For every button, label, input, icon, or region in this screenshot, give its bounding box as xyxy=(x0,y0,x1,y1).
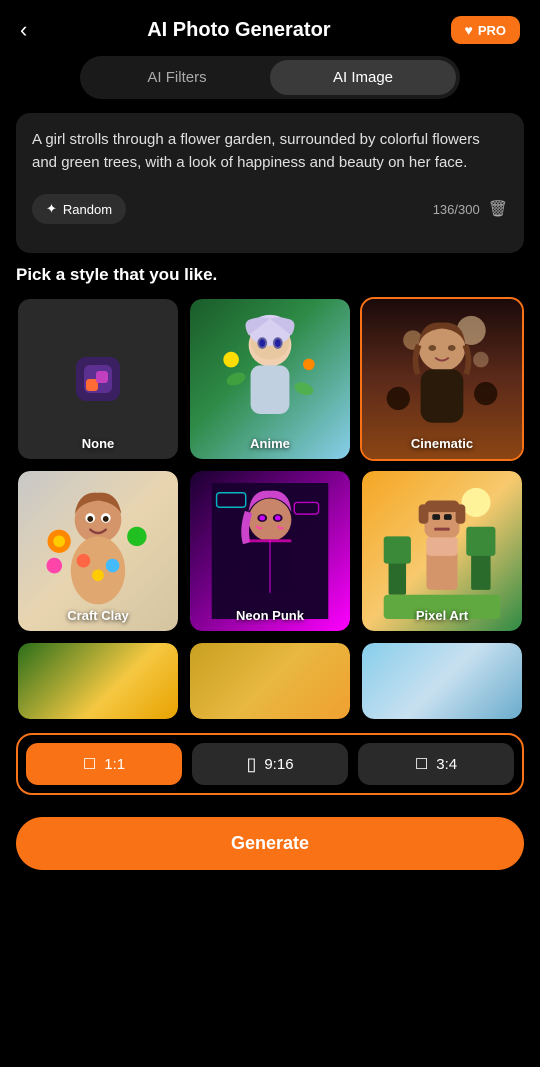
aspect-1-1-label: 1:1 xyxy=(104,756,125,773)
aspect-1-1-button[interactable]: ☐ 1:1 xyxy=(26,743,182,785)
style-pixelart-label: Pixel Art xyxy=(362,608,522,623)
style-section-title: Pick a style that you like. xyxy=(16,265,524,285)
char-count: 136/300 🗑 xyxy=(433,199,508,219)
prompt-container[interactable]: A girl strolls through a flower garden, … xyxy=(16,113,524,253)
style-cinematic-label: Cinematic xyxy=(362,436,522,451)
prompt-footer: ✦ Random 136/300 🗑 xyxy=(32,194,508,224)
random-icon: ✦ xyxy=(46,201,57,217)
aspect-3-4-button[interactable]: ☐ 3:4 xyxy=(358,743,514,785)
tab-bar: AI Filters AI Image xyxy=(80,56,460,99)
style-grid: None xyxy=(16,297,524,721)
aspect-3-4-label: 3:4 xyxy=(436,756,457,773)
pro-badge[interactable]: ♥ PRO xyxy=(451,16,520,44)
style-none-label: None xyxy=(18,436,178,451)
neonpunk-illustration xyxy=(202,483,338,619)
aspect-ratio-container: ☐ 1:1 ▯ 9:16 ☐ 3:4 xyxy=(16,733,524,795)
header: ‹ AI Photo Generator ♥ PRO xyxy=(0,0,540,56)
aspect-9-16-icon: ▯ xyxy=(246,755,256,773)
pro-label: PRO xyxy=(478,23,506,38)
prompt-text: A girl strolls through a flower garden, … xyxy=(32,129,508,174)
style-card-none[interactable]: None xyxy=(16,297,180,461)
tab-ai-filters[interactable]: AI Filters xyxy=(84,60,270,95)
style-card-row3-3[interactable] xyxy=(360,641,524,721)
random-label: Random xyxy=(63,202,112,217)
random-button[interactable]: ✦ Random xyxy=(32,194,126,224)
delete-icon[interactable]: 🗑 xyxy=(488,199,508,219)
cinematic-illustration xyxy=(374,311,510,447)
tab-ai-image[interactable]: AI Image xyxy=(270,60,456,95)
style-neonpunk-label: Neon Punk xyxy=(190,608,350,623)
style-card-anime[interactable]: Anime xyxy=(188,297,352,461)
none-style-icon xyxy=(68,349,128,409)
style-card-pixel-art[interactable]: Pixel Art xyxy=(360,469,524,633)
aspect-9-16-label: 9:16 xyxy=(264,756,293,773)
style-anime-label: Anime xyxy=(190,436,350,451)
anime-illustration xyxy=(202,311,338,447)
style-card-neon-punk[interactable]: Neon Punk xyxy=(188,469,352,633)
style-card-cinematic[interactable]: Cinematic xyxy=(360,297,524,461)
craftclay-illustration xyxy=(30,483,166,619)
style-card-row3-2[interactable] xyxy=(188,641,352,721)
generate-button[interactable]: Generate xyxy=(16,817,524,870)
aspect-9-16-button[interactable]: ▯ 9:16 xyxy=(192,743,348,785)
char-count-value: 136/300 xyxy=(433,202,480,217)
aspect-1-1-icon: ☐ xyxy=(83,755,96,773)
style-card-row3-1[interactable] xyxy=(16,641,180,721)
pixelart-illustration xyxy=(374,483,510,619)
back-button[interactable]: ‹ xyxy=(20,17,27,43)
page-title: AI Photo Generator xyxy=(147,19,330,42)
style-card-craft-clay[interactable]: Craft Clay xyxy=(16,469,180,633)
style-craftclay-label: Craft Clay xyxy=(18,608,178,623)
pro-heart-icon: ♥ xyxy=(465,22,473,38)
aspect-3-4-icon: ☐ xyxy=(415,755,428,773)
